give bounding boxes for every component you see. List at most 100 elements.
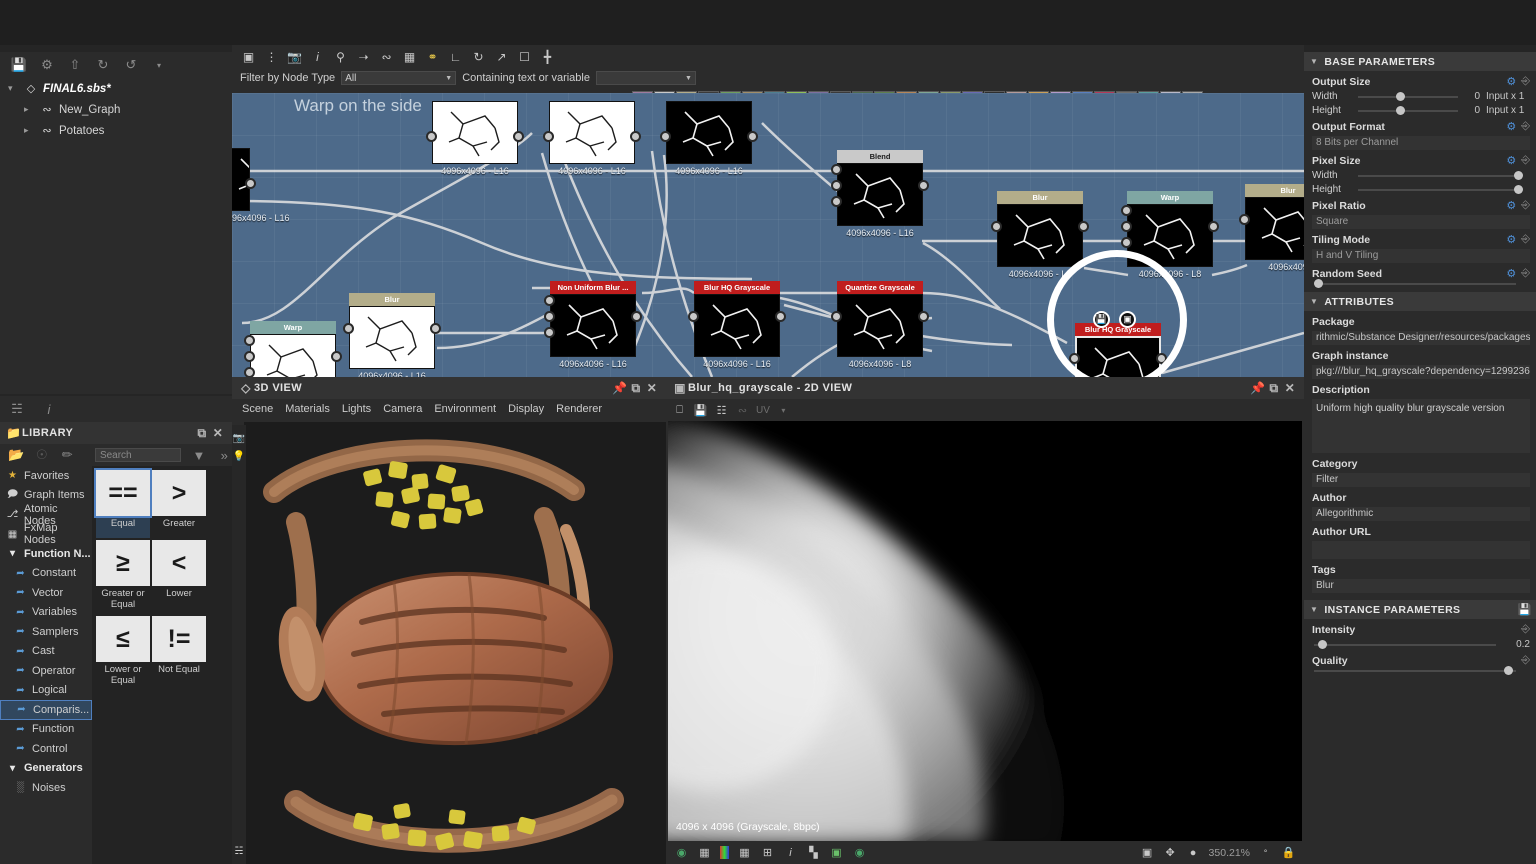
library-item[interactable]: >Greater xyxy=(152,470,206,538)
view-3d-menu-display[interactable]: Display xyxy=(508,403,544,415)
pin-icon[interactable]: 📌 xyxy=(1250,381,1266,395)
slider-knob[interactable] xyxy=(1514,171,1523,180)
reload-icon[interactable]: ↻ xyxy=(94,56,112,74)
chevron-down-icon[interactable]: ▼ xyxy=(685,75,692,82)
graph-node-thumbnail[interactable] xyxy=(837,163,923,226)
pixel-height-slider[interactable] xyxy=(1358,189,1516,191)
camera-icon[interactable]: 📷 xyxy=(232,429,246,447)
filter-icon[interactable]: ▼ xyxy=(191,446,206,464)
close-icon[interactable]: ✕ xyxy=(210,426,226,440)
node-input-port[interactable] xyxy=(1121,205,1132,216)
node-output-port[interactable] xyxy=(430,323,441,334)
node-input-port[interactable] xyxy=(343,323,354,334)
random-seed-slider-row[interactable] xyxy=(1312,283,1530,285)
view-3d-menubar[interactable]: SceneMaterialsLightsCameraEnvironmentDis… xyxy=(232,399,666,419)
node-input-port[interactable] xyxy=(831,311,842,322)
library-tab-strip[interactable]: ☵ i xyxy=(0,396,232,422)
library-category-function[interactable]: ➦Function xyxy=(0,720,92,740)
library-category-logical[interactable]: ➦Logical xyxy=(0,681,92,701)
graph-node-thumbnail[interactable] xyxy=(250,334,336,377)
library-item[interactable]: ≤Lower or Equal xyxy=(96,616,150,690)
node-input-port[interactable] xyxy=(688,311,699,322)
library-category-cast[interactable]: ➦Cast xyxy=(0,642,92,662)
chevron-right-icon[interactable]: ▸ xyxy=(24,104,35,115)
pan-icon[interactable]: ✥ xyxy=(1163,845,1178,860)
frame-icon[interactable]: ╋ xyxy=(537,47,558,67)
graph-node-thumbnail[interactable] xyxy=(1245,197,1304,260)
graph-node[interactable]: Non Uniform Blur ...4096x4096 - L16 xyxy=(550,281,636,369)
graph-node-thumbnail[interactable] xyxy=(694,294,780,357)
graph-node[interactable]: Blur4096x4096 - L8 xyxy=(997,191,1083,279)
chevron-down-icon[interactable]: ▾ xyxy=(8,83,19,94)
align-icon[interactable]: ⋮ xyxy=(261,47,282,67)
quality-slider-row[interactable] xyxy=(1312,670,1530,672)
view-2d-toolbar[interactable]: ⎕ 💾 ☷ ∾ UV ▾ xyxy=(666,399,791,421)
node-input-port[interactable] xyxy=(244,351,255,362)
undock-icon[interactable]: ⧉ xyxy=(628,381,644,396)
node-input-port[interactable] xyxy=(544,295,555,306)
node-input-port[interactable] xyxy=(1121,221,1132,232)
graph-node[interactable]: Warp4096x4096 - L16 xyxy=(250,321,336,377)
library-category-variables[interactable]: ➦Variables xyxy=(0,603,92,623)
intensity-slider[interactable] xyxy=(1314,644,1496,646)
copy-icon[interactable]: ⎕ xyxy=(672,403,687,418)
duplicate-icon[interactable]: ☷ xyxy=(714,403,729,418)
library-category-function-n[interactable]: ▾Function N... xyxy=(0,544,92,564)
width-slider[interactable] xyxy=(1358,96,1458,98)
node-input-port[interactable] xyxy=(544,327,555,338)
degree-icon[interactable]: ° xyxy=(1258,845,1273,860)
node-input-port[interactable] xyxy=(831,180,842,191)
graph-node-thumbnail[interactable] xyxy=(997,204,1083,267)
library-category-fxmap-nodes[interactable]: ▦FxMap Nodes xyxy=(0,525,92,545)
graph-comment[interactable]: Warp on the side xyxy=(294,96,422,116)
pixel-ratio-select[interactable]: Square xyxy=(1312,215,1530,229)
node-output-port[interactable] xyxy=(918,311,929,322)
image-icon[interactable]: ▣ xyxy=(829,845,844,860)
channel-icon[interactable]: ◉ xyxy=(852,845,867,860)
view-3d-menu-camera[interactable]: Camera xyxy=(383,403,422,415)
quality-slider[interactable] xyxy=(1314,670,1516,672)
rgb-icon[interactable] xyxy=(720,846,729,859)
tags-value[interactable]: Blur xyxy=(1312,579,1530,593)
node-input-port[interactable] xyxy=(544,311,555,322)
info-tab-icon[interactable]: i xyxy=(40,400,58,418)
node-input-port[interactable] xyxy=(1239,214,1250,225)
library-item[interactable]: !=Not Equal xyxy=(152,616,206,690)
export-node-icon[interactable]: ☐ xyxy=(514,47,535,67)
output-size-link-icons[interactable]: ⚙⎆ xyxy=(1506,75,1530,88)
pixel-icon[interactable]: ⊞ xyxy=(760,845,775,860)
application-toolbar[interactable]: 💾 ⚙ ⇧ ↻ ↺ ▾ xyxy=(0,52,232,78)
random-seed-link-icons[interactable]: ⚙⎆ xyxy=(1506,267,1530,280)
library-category-comparis[interactable]: ➦Comparis... xyxy=(0,700,92,720)
explorer-package-row[interactable]: ▾ ◇ FINAL6.sbs* xyxy=(0,78,232,99)
node-output-port[interactable] xyxy=(747,131,758,142)
dropdown-icon[interactable]: ▾ xyxy=(150,56,168,74)
node-output-port[interactable] xyxy=(1208,221,1219,232)
new-folder-icon[interactable]: 📂 xyxy=(8,446,24,464)
graph-node[interactable]: 4096x4096 - L16 xyxy=(549,101,635,176)
refresh-icon[interactable]: ☉ xyxy=(34,446,49,464)
screenshot-icon[interactable]: 📷 xyxy=(284,47,305,67)
undock-icon[interactable]: ⧉ xyxy=(194,426,210,441)
view-3d-menu-environment[interactable]: Environment xyxy=(434,403,496,415)
node-input-port[interactable] xyxy=(244,367,255,377)
node-input-port[interactable] xyxy=(543,131,554,142)
save-icon[interactable]: 💾 xyxy=(693,403,708,418)
view-2d-status-bar[interactable]: ◉ ▦ ▦ ⊞ i ▚ ▣ ◉ ▣ ✥ ● 350.21% ° 🔒 xyxy=(666,841,1304,864)
library-item-grid[interactable]: ==Equal>Greater≥Greater or Equal<Lower≤L… xyxy=(92,466,232,864)
library-item[interactable]: ==Equal xyxy=(96,470,150,538)
save-icon[interactable]: 💾 xyxy=(10,56,28,74)
library-subtoolbar[interactable]: 📂 ☉ ✏ Search ▼ » xyxy=(0,444,232,466)
undock-icon[interactable]: ⧉ xyxy=(1266,381,1282,396)
info-icon[interactable]: i xyxy=(307,47,328,67)
author-value[interactable]: Allegorithmic xyxy=(1312,507,1530,521)
pixel-size-height-row[interactable]: Height xyxy=(1312,184,1530,195)
chevron-down-icon[interactable]: ▾ xyxy=(776,403,791,418)
instance-parameters-section-header[interactable]: ▼ INSTANCE PARAMETERS 💾 xyxy=(1304,600,1536,619)
node-input-port[interactable] xyxy=(244,335,255,346)
node-input-port[interactable] xyxy=(426,131,437,142)
fit-icon[interactable]: ▣ xyxy=(1140,845,1155,860)
slider-knob[interactable] xyxy=(1318,640,1327,649)
graph-instance-value[interactable]: pkg:///blur_hq_grayscale?dependency=1299… xyxy=(1312,365,1530,379)
graph-node[interactable]: Blend4096x4096 - L16 xyxy=(837,150,923,238)
